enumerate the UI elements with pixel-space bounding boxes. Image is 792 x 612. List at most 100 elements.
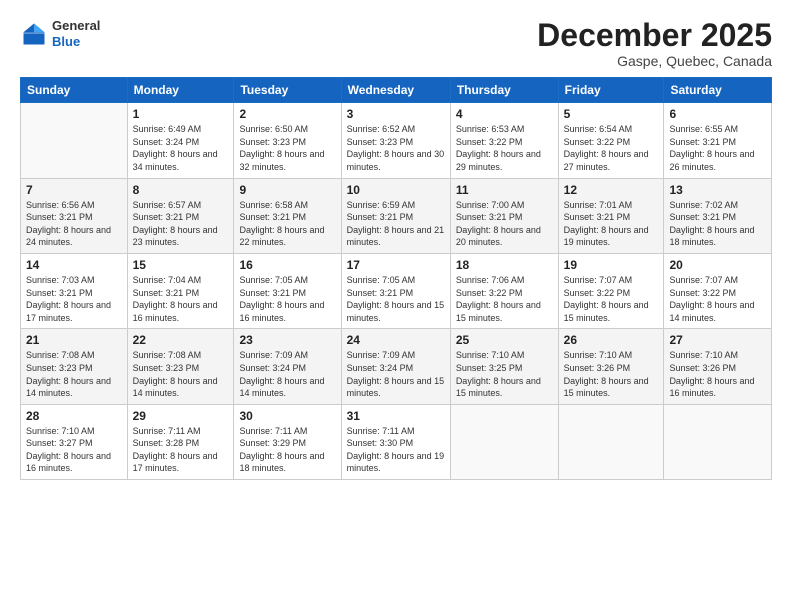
sunrise: Sunrise: 6:49 AM	[133, 124, 202, 134]
sunrise: Sunrise: 7:07 AM	[669, 275, 738, 285]
day-info: Sunrise: 7:01 AM Sunset: 3:21 PM Dayligh…	[564, 199, 659, 249]
day-info: Sunrise: 6:57 AM Sunset: 3:21 PM Dayligh…	[133, 199, 229, 249]
day-cell: 3 Sunrise: 6:52 AM Sunset: 3:23 PM Dayli…	[341, 103, 450, 178]
day-cell: 28 Sunrise: 7:10 AM Sunset: 3:27 PM Dayl…	[21, 404, 128, 479]
daylight: Daylight: 8 hours and 15 minutes.	[564, 376, 649, 399]
day-info: Sunrise: 7:09 AM Sunset: 3:24 PM Dayligh…	[347, 349, 445, 399]
day-number: 10	[347, 183, 445, 197]
sunset: Sunset: 3:30 PM	[347, 438, 414, 448]
daylight: Daylight: 8 hours and 16 minutes.	[239, 300, 324, 323]
sunrise: Sunrise: 6:57 AM	[133, 200, 202, 210]
day-number: 16	[239, 258, 335, 272]
week-row-3: 14 Sunrise: 7:03 AM Sunset: 3:21 PM Dayl…	[21, 253, 772, 328]
sunrise: Sunrise: 7:10 AM	[669, 350, 738, 360]
sunset: Sunset: 3:21 PM	[239, 288, 306, 298]
day-cell	[664, 404, 772, 479]
daylight: Daylight: 8 hours and 24 minutes.	[26, 225, 111, 248]
daylight: Daylight: 8 hours and 14 minutes.	[133, 376, 218, 399]
day-number: 27	[669, 333, 766, 347]
header-monday: Monday	[127, 78, 234, 103]
daylight: Daylight: 8 hours and 15 minutes.	[456, 300, 541, 323]
sunrise: Sunrise: 6:55 AM	[669, 124, 738, 134]
sunset: Sunset: 3:21 PM	[239, 212, 306, 222]
sunrise: Sunrise: 7:09 AM	[239, 350, 308, 360]
daylight: Daylight: 8 hours and 17 minutes.	[133, 451, 218, 474]
day-number: 14	[26, 258, 122, 272]
sunset: Sunset: 3:21 PM	[133, 212, 200, 222]
day-cell: 20 Sunrise: 7:07 AM Sunset: 3:22 PM Dayl…	[664, 253, 772, 328]
sunset: Sunset: 3:27 PM	[26, 438, 93, 448]
daylight: Daylight: 8 hours and 29 minutes.	[456, 149, 541, 172]
daylight: Daylight: 8 hours and 34 minutes.	[133, 149, 218, 172]
sunset: Sunset: 3:22 PM	[456, 288, 523, 298]
day-info: Sunrise: 7:08 AM Sunset: 3:23 PM Dayligh…	[26, 349, 122, 399]
day-number: 9	[239, 183, 335, 197]
sunset: Sunset: 3:28 PM	[133, 438, 200, 448]
day-number: 17	[347, 258, 445, 272]
day-cell: 16 Sunrise: 7:05 AM Sunset: 3:21 PM Dayl…	[234, 253, 341, 328]
day-info: Sunrise: 7:09 AM Sunset: 3:24 PM Dayligh…	[239, 349, 335, 399]
day-info: Sunrise: 6:58 AM Sunset: 3:21 PM Dayligh…	[239, 199, 335, 249]
day-info: Sunrise: 7:10 AM Sunset: 3:26 PM Dayligh…	[669, 349, 766, 399]
day-number: 25	[456, 333, 553, 347]
day-number: 13	[669, 183, 766, 197]
day-info: Sunrise: 7:03 AM Sunset: 3:21 PM Dayligh…	[26, 274, 122, 324]
day-cell: 17 Sunrise: 7:05 AM Sunset: 3:21 PM Dayl…	[341, 253, 450, 328]
sunrise: Sunrise: 6:52 AM	[347, 124, 416, 134]
day-number: 7	[26, 183, 122, 197]
header-wednesday: Wednesday	[341, 78, 450, 103]
sunset: Sunset: 3:21 PM	[564, 212, 631, 222]
daylight: Daylight: 8 hours and 30 minutes.	[347, 149, 445, 172]
daylight: Daylight: 8 hours and 19 minutes.	[564, 225, 649, 248]
day-cell: 9 Sunrise: 6:58 AM Sunset: 3:21 PM Dayli…	[234, 178, 341, 253]
day-cell: 21 Sunrise: 7:08 AM Sunset: 3:23 PM Dayl…	[21, 329, 128, 404]
sunset: Sunset: 3:26 PM	[564, 363, 631, 373]
sunrise: Sunrise: 6:59 AM	[347, 200, 416, 210]
logo-general: General	[52, 18, 100, 33]
day-info: Sunrise: 6:55 AM Sunset: 3:21 PM Dayligh…	[669, 123, 766, 173]
sunset: Sunset: 3:21 PM	[26, 212, 93, 222]
day-cell: 18 Sunrise: 7:06 AM Sunset: 3:22 PM Dayl…	[450, 253, 558, 328]
sunset: Sunset: 3:26 PM	[669, 363, 736, 373]
day-info: Sunrise: 7:02 AM Sunset: 3:21 PM Dayligh…	[669, 199, 766, 249]
sunrise: Sunrise: 7:11 AM	[133, 426, 201, 436]
page: General Blue December 2025 Gaspe, Quebec…	[0, 0, 792, 612]
day-info: Sunrise: 7:07 AM Sunset: 3:22 PM Dayligh…	[564, 274, 659, 324]
day-info: Sunrise: 6:52 AM Sunset: 3:23 PM Dayligh…	[347, 123, 445, 173]
day-cell: 31 Sunrise: 7:11 AM Sunset: 3:30 PM Dayl…	[341, 404, 450, 479]
day-cell: 4 Sunrise: 6:53 AM Sunset: 3:22 PM Dayli…	[450, 103, 558, 178]
day-number: 24	[347, 333, 445, 347]
sunrise: Sunrise: 7:01 AM	[564, 200, 633, 210]
day-cell: 24 Sunrise: 7:09 AM Sunset: 3:24 PM Dayl…	[341, 329, 450, 404]
sunrise: Sunrise: 7:08 AM	[133, 350, 202, 360]
day-cell: 10 Sunrise: 6:59 AM Sunset: 3:21 PM Dayl…	[341, 178, 450, 253]
day-info: Sunrise: 7:05 AM Sunset: 3:21 PM Dayligh…	[347, 274, 445, 324]
sunset: Sunset: 3:29 PM	[239, 438, 306, 448]
logo-icon	[20, 20, 48, 48]
daylight: Daylight: 8 hours and 18 minutes.	[669, 225, 754, 248]
sunset: Sunset: 3:22 PM	[456, 137, 523, 147]
header-thursday: Thursday	[450, 78, 558, 103]
day-cell: 15 Sunrise: 7:04 AM Sunset: 3:21 PM Dayl…	[127, 253, 234, 328]
day-cell: 26 Sunrise: 7:10 AM Sunset: 3:26 PM Dayl…	[558, 329, 664, 404]
daylight: Daylight: 8 hours and 16 minutes.	[669, 376, 754, 399]
day-number: 19	[564, 258, 659, 272]
sunrise: Sunrise: 7:10 AM	[456, 350, 525, 360]
day-info: Sunrise: 6:56 AM Sunset: 3:21 PM Dayligh…	[26, 199, 122, 249]
sunset: Sunset: 3:24 PM	[347, 363, 414, 373]
day-info: Sunrise: 7:06 AM Sunset: 3:22 PM Dayligh…	[456, 274, 553, 324]
daylight: Daylight: 8 hours and 20 minutes.	[456, 225, 541, 248]
calendar: Sunday Monday Tuesday Wednesday Thursday…	[20, 77, 772, 480]
day-cell: 13 Sunrise: 7:02 AM Sunset: 3:21 PM Dayl…	[664, 178, 772, 253]
sunset: Sunset: 3:21 PM	[347, 212, 414, 222]
daylight: Daylight: 8 hours and 22 minutes.	[239, 225, 324, 248]
sunset: Sunset: 3:21 PM	[669, 212, 736, 222]
sunrise: Sunrise: 7:00 AM	[456, 200, 525, 210]
daylight: Daylight: 8 hours and 14 minutes.	[669, 300, 754, 323]
day-cell: 2 Sunrise: 6:50 AM Sunset: 3:23 PM Dayli…	[234, 103, 341, 178]
day-info: Sunrise: 6:54 AM Sunset: 3:22 PM Dayligh…	[564, 123, 659, 173]
sunrise: Sunrise: 7:09 AM	[347, 350, 416, 360]
day-info: Sunrise: 7:10 AM Sunset: 3:27 PM Dayligh…	[26, 425, 122, 475]
sunrise: Sunrise: 7:05 AM	[239, 275, 308, 285]
daylight: Daylight: 8 hours and 26 minutes.	[669, 149, 754, 172]
